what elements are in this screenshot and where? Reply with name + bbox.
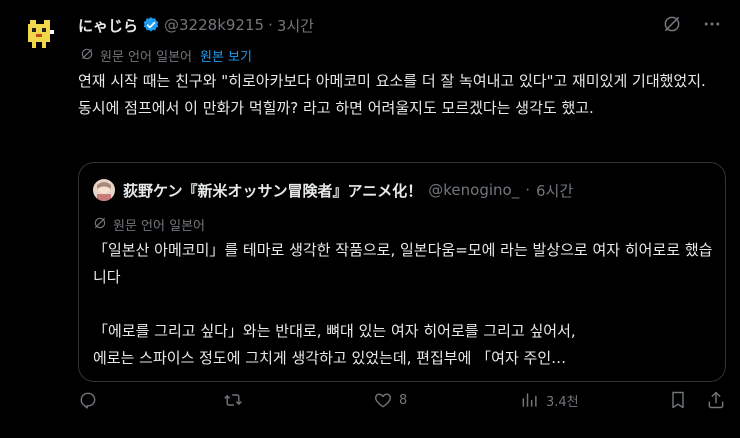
quoted-separator-dot: · — [525, 181, 530, 199]
quoted-author-handle[interactable]: @kenogino_ — [428, 181, 519, 199]
quoted-paragraph-2-line-2: 에로는 스파이스 정도에 그치게 생각하고 있었는데, 편집부에 「여자 주인… — [93, 349, 567, 367]
translate-icon — [93, 216, 107, 234]
quoted-tweet[interactable]: 荻野ケン『新米オッサン冒険者』アニメ化！ @kenogino_ · 6시간 원문… — [78, 162, 726, 382]
tweet-header: にゃじら @3228k9215 · 3시간 — [78, 14, 314, 36]
bookmark-icon — [668, 390, 688, 410]
verified-badge-icon — [142, 16, 160, 34]
tweet-text: 연재 시작 때는 친구와 "히로아카보다 아메코미 요소를 더 잘 녹여내고 있… — [78, 72, 706, 117]
share-button[interactable] — [706, 390, 726, 410]
views-icon — [520, 390, 540, 410]
author-avatar[interactable] — [20, 12, 60, 52]
translate-icon — [80, 47, 94, 65]
quoted-author-display-name[interactable]: 荻野ケン『新米オッサン冒険者』アニメ化！ — [123, 180, 422, 201]
top-actions — [662, 14, 722, 34]
views-button[interactable]: 3.4천 — [520, 390, 579, 410]
translation-language-label: 원문 언어 일본어 — [100, 50, 192, 65]
quoted-paragraph-2-line-1: 「에로를 그리고 싶다」와는 반대로, 뼈대 있는 여자 히어로를 그리고 싶어… — [93, 322, 576, 340]
like-count: 8 — [399, 392, 408, 408]
retweet-icon — [223, 390, 243, 410]
quoted-tweet-header: 荻野ケン『新米オッサン冒険者』アニメ化！ @kenogino_ · 6시간 — [93, 179, 573, 201]
grok-icon[interactable] — [662, 14, 682, 34]
quoted-paragraph-1: 「일본산 아메코미」를 테마로 생각한 작품으로, 일본다움=모에 라는 발상으… — [93, 241, 713, 286]
separator-dot: · — [268, 16, 273, 34]
translation-notice: 원문 언어 일본어 원본 보기 — [80, 46, 252, 65]
more-icon[interactable] — [702, 14, 722, 34]
show-original-link[interactable]: 원본 보기 — [200, 46, 252, 65]
author-handle[interactable]: @3228k9215 — [164, 16, 264, 34]
like-button[interactable]: 8 — [373, 390, 407, 410]
quoted-translation-notice: 원문 언어 일본어 — [93, 215, 205, 234]
retweet-button[interactable] — [223, 390, 249, 410]
views-count: 3.4천 — [546, 394, 579, 410]
like-icon — [373, 390, 393, 410]
reply-icon — [78, 390, 98, 410]
tweet-timestamp[interactable]: 3시간 — [277, 15, 314, 36]
author-display-name[interactable]: にゃじら — [78, 15, 138, 36]
quoted-author-avatar[interactable] — [93, 179, 115, 201]
quoted-translation-language-label: 원문 언어 일본어 — [113, 219, 205, 234]
quoted-tweet-timestamp: 6시간 — [535, 181, 574, 200]
reply-button[interactable] — [78, 390, 104, 410]
bookmark-button[interactable] — [668, 390, 688, 410]
share-icon — [706, 390, 726, 410]
quoted-tweet-text: 「일본산 아메코미」를 테마로 생각한 작품으로, 일본다움=모에 라는 발상으… — [93, 237, 713, 372]
